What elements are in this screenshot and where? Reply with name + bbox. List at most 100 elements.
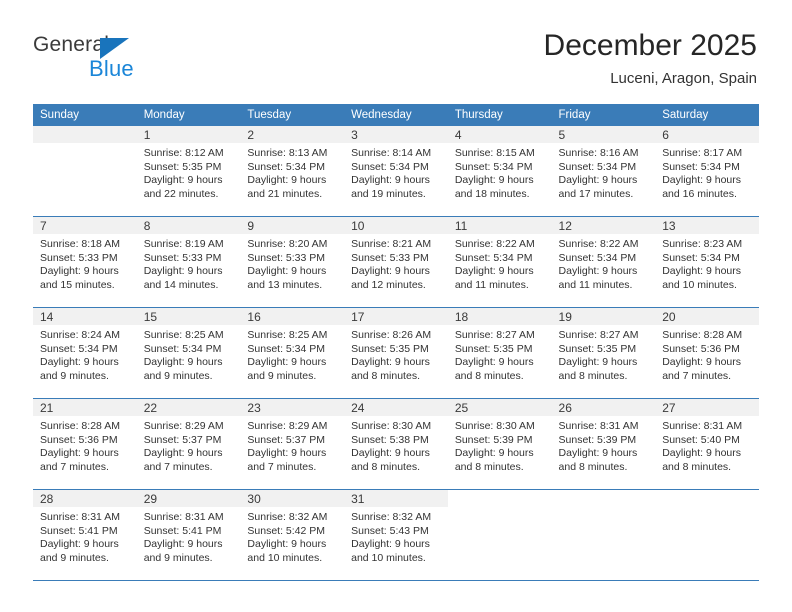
- daylight-duration-line1: Daylight: 9 hours: [40, 538, 119, 551]
- day-sun-info: Sunrise: 8:31 AM Sunset: 5:39 PM Daylight:…: [552, 416, 656, 474]
- calendar-day-cell[interactable]: 24 Sunrise: 8:30 AM Sunset: 5:38 PM Dayligh…: [344, 398, 448, 490]
- day-number: 27: [655, 399, 759, 416]
- day-number: 10: [344, 217, 448, 234]
- calendar-day-cell[interactable]: 10 Sunrise: 8:21 AM Sunset: 5:33 PM Dayligh…: [344, 216, 448, 308]
- day-sun-info: Sunrise: 8:18 AM Sunset: 5:33 PM Daylight:…: [33, 234, 137, 292]
- calendar-day-cell[interactable]: 30 Sunrise: 8:32 AM Sunset: 5:42 PM Dayligh…: [240, 489, 345, 581]
- daylight-duration-line2: and 8 minutes.: [454, 369, 524, 382]
- weekday-header-thursday: Thursday: [447, 104, 552, 126]
- sunset-time: Sunset: 5:37 PM: [143, 433, 222, 446]
- calendar-week-row: 14 Sunrise: 8:24 AM Sunset: 5:34 PM Dayligh…: [33, 307, 759, 399]
- sunset-time: Sunset: 5:41 PM: [40, 524, 118, 537]
- daylight-duration-line2: and 13 minutes.: [247, 278, 323, 291]
- calendar-day-cell[interactable]: 23 Sunrise: 8:29 AM Sunset: 5:37 PM Dayligh…: [240, 398, 345, 490]
- calendar-day-cell[interactable]: 29 Sunrise: 8:31 AM Sunset: 5:41 PM Dayligh…: [136, 489, 241, 581]
- sunrise-time: Sunrise: 8:12 AM: [143, 147, 224, 159]
- calendar-day-cell[interactable]: 31 Sunrise: 8:32 AM Sunset: 5:43 PM Dayligh…: [344, 489, 448, 581]
- calendar-day-cell[interactable]: 14 Sunrise: 8:24 AM Sunset: 5:34 PM Dayligh…: [33, 307, 137, 399]
- calendar-day-cell[interactable]: 2 Sunrise: 8:13 AM Sunset: 5:34 PM Daylight…: [240, 126, 345, 217]
- calendar-day-cell[interactable]: 11 Sunrise: 8:22 AM Sunset: 5:34 PM Dayligh…: [447, 216, 552, 308]
- general-blue-logo[interactable]: General Blue: [33, 33, 203, 89]
- day-number: [447, 490, 552, 507]
- sunset-time: Sunset: 5:41 PM: [143, 524, 222, 537]
- calendar-day-cell[interactable]: 16 Sunrise: 8:25 AM Sunset: 5:34 PM Dayligh…: [240, 307, 345, 399]
- daylight-duration-line2: and 7 minutes.: [247, 460, 317, 473]
- daylight-duration-line1: Daylight: 9 hours: [351, 447, 430, 460]
- calendar-day-cell[interactable]: 13 Sunrise: 8:23 AM Sunset: 5:34 PM Dayligh…: [655, 216, 759, 308]
- calendar-day-cell[interactable]: 17 Sunrise: 8:26 AM Sunset: 5:35 PM Dayligh…: [344, 307, 448, 399]
- day-number: 24: [344, 399, 448, 416]
- daylight-duration-line1: Daylight: 9 hours: [558, 174, 638, 187]
- daylight-duration-line1: Daylight: 9 hours: [143, 538, 223, 551]
- sunrise-time: Sunrise: 8:17 AM: [662, 147, 743, 159]
- daylight-duration-line1: Daylight: 9 hours: [143, 447, 223, 460]
- sunrise-time: Sunrise: 8:13 AM: [247, 147, 328, 159]
- day-number: 14: [33, 308, 137, 325]
- calendar-day-cell[interactable]: 5 Sunrise: 8:16 AM Sunset: 5:34 PM Daylight…: [551, 126, 656, 217]
- day-number: 31: [344, 490, 448, 507]
- day-number: 17: [344, 308, 448, 325]
- daylight-duration-line2: and 7 minutes.: [40, 460, 109, 473]
- page-title: December 2025: [543, 29, 757, 62]
- calendar-day-cell[interactable]: 7 Sunrise: 8:18 AM Sunset: 5:33 PM Daylight…: [33, 216, 137, 308]
- calendar-day-cell[interactable]: 3 Sunrise: 8:14 AM Sunset: 5:34 PM Daylight…: [344, 126, 448, 217]
- sunset-time: Sunset: 5:34 PM: [247, 160, 326, 173]
- day-number: 19: [551, 308, 656, 325]
- sunrise-time: Sunrise: 8:21 AM: [351, 238, 432, 250]
- day-number: 23: [240, 399, 345, 416]
- calendar-day-cell[interactable]: 6 Sunrise: 8:17 AM Sunset: 5:34 PM Daylight…: [655, 126, 759, 217]
- sunset-time: Sunset: 5:33 PM: [351, 251, 429, 264]
- calendar-body: 1 Sunrise: 8:12 AM Sunset: 5:35 PM Daylight…: [33, 126, 759, 581]
- calendar-day-cell[interactable]: 28 Sunrise: 8:31 AM Sunset: 5:41 PM Dayligh…: [33, 489, 137, 581]
- sunset-time: Sunset: 5:34 PM: [558, 251, 637, 264]
- calendar-day-cell[interactable]: 12 Sunrise: 8:22 AM Sunset: 5:34 PM Dayligh…: [551, 216, 656, 308]
- day-sun-info: Sunrise: 8:14 AM Sunset: 5:34 PM Daylight:…: [344, 143, 448, 201]
- calendar-day-cell[interactable]: 8 Sunrise: 8:19 AM Sunset: 5:33 PM Daylight…: [136, 216, 241, 308]
- daylight-duration-line2: and 9 minutes.: [143, 551, 213, 564]
- sunrise-time: Sunrise: 8:18 AM: [40, 238, 120, 250]
- sunrise-time: Sunrise: 8:15 AM: [454, 147, 535, 159]
- daylight-duration-line1: Daylight: 9 hours: [662, 265, 742, 278]
- weekday-header-friday: Friday: [551, 104, 656, 126]
- calendar-day-cell[interactable]: 20 Sunrise: 8:28 AM Sunset: 5:36 PM Dayligh…: [655, 307, 759, 399]
- day-number: 1: [136, 126, 241, 143]
- calendar-day-cell[interactable]: 26 Sunrise: 8:31 AM Sunset: 5:39 PM Dayligh…: [551, 398, 656, 490]
- day-number: 30: [240, 490, 345, 507]
- day-number: 15: [136, 308, 241, 325]
- calendar-day-cell[interactable]: 25 Sunrise: 8:30 AM Sunset: 5:39 PM Dayligh…: [447, 398, 552, 490]
- sunset-time: Sunset: 5:39 PM: [558, 433, 637, 446]
- day-sun-info: Sunrise: 8:27 AM Sunset: 5:35 PM Daylight:…: [448, 325, 552, 383]
- day-sun-info: Sunrise: 8:15 AM Sunset: 5:34 PM Daylight:…: [448, 143, 552, 201]
- sunset-time: Sunset: 5:33 PM: [40, 251, 118, 264]
- calendar-day-cell[interactable]: 21 Sunrise: 8:28 AM Sunset: 5:36 PM Dayligh…: [33, 398, 137, 490]
- day-sun-info: Sunrise: 8:28 AM Sunset: 5:36 PM Daylight:…: [655, 325, 759, 383]
- sunset-time: Sunset: 5:34 PM: [351, 160, 429, 173]
- daylight-duration-line2: and 9 minutes.: [143, 369, 213, 382]
- day-sun-info: Sunrise: 8:31 AM Sunset: 5:40 PM Daylight:…: [655, 416, 759, 474]
- weekday-header-wednesday: Wednesday: [344, 104, 448, 126]
- day-number: 5: [551, 126, 656, 143]
- sunset-time: Sunset: 5:39 PM: [454, 433, 533, 446]
- day-number: 2: [240, 126, 345, 143]
- day-sun-info: Sunrise: 8:29 AM Sunset: 5:37 PM Daylight:…: [240, 416, 344, 474]
- calendar-day-cell[interactable]: 9 Sunrise: 8:20 AM Sunset: 5:33 PM Daylight…: [240, 216, 345, 308]
- calendar-day-cell[interactable]: 18 Sunrise: 8:27 AM Sunset: 5:35 PM Dayligh…: [447, 307, 552, 399]
- calendar-day-cell[interactable]: 1 Sunrise: 8:12 AM Sunset: 5:35 PM Daylight…: [136, 126, 241, 217]
- day-sun-info: Sunrise: 8:16 AM Sunset: 5:34 PM Daylight:…: [552, 143, 656, 201]
- calendar-day-cell[interactable]: 15 Sunrise: 8:25 AM Sunset: 5:34 PM Dayligh…: [136, 307, 241, 399]
- day-sun-info: Sunrise: 8:30 AM Sunset: 5:38 PM Daylight:…: [344, 416, 448, 474]
- calendar-day-cell[interactable]: 27 Sunrise: 8:31 AM Sunset: 5:40 PM Dayligh…: [655, 398, 759, 490]
- daylight-duration-line1: Daylight: 9 hours: [662, 174, 742, 187]
- sunset-time: Sunset: 5:34 PM: [558, 160, 637, 173]
- daylight-duration-line1: Daylight: 9 hours: [247, 356, 327, 369]
- daylight-duration-line1: Daylight: 9 hours: [247, 538, 327, 551]
- calendar-day-cell[interactable]: 22 Sunrise: 8:29 AM Sunset: 5:37 PM Dayligh…: [136, 398, 241, 490]
- daylight-duration-line2: and 15 minutes.: [40, 278, 115, 291]
- sunrise-time: Sunrise: 8:27 AM: [558, 329, 639, 341]
- calendar-day-cell[interactable]: 4 Sunrise: 8:15 AM Sunset: 5:34 PM Daylight…: [447, 126, 552, 217]
- daylight-duration-line2: and 10 minutes.: [247, 551, 323, 564]
- sunrise-time: Sunrise: 8:30 AM: [454, 420, 535, 432]
- sunset-time: Sunset: 5:35 PM: [454, 342, 533, 355]
- day-number: 16: [240, 308, 345, 325]
- calendar-day-cell[interactable]: 19 Sunrise: 8:27 AM Sunset: 5:35 PM Dayligh…: [551, 307, 656, 399]
